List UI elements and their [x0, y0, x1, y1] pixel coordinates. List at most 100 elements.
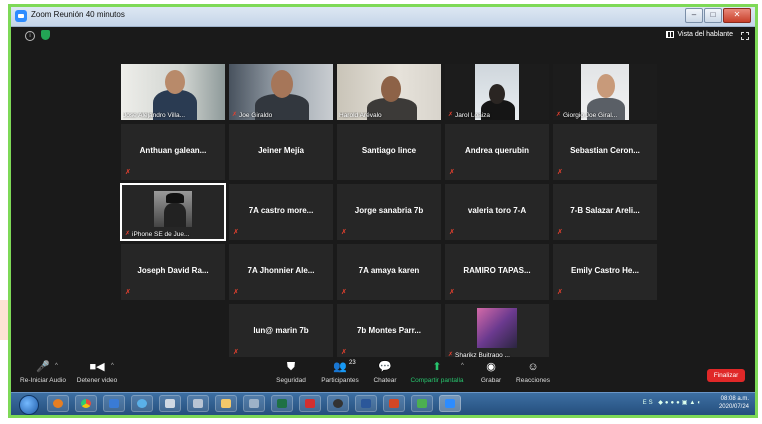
person-head [489, 84, 505, 104]
muted-mic-icon [341, 349, 347, 356]
taskbar-notepad[interactable] [159, 395, 181, 412]
participant-tile[interactable]: Sebastian Ceron... [552, 123, 658, 181]
participant-tile[interactable]: 7-B Salazar Areli... [552, 183, 658, 241]
language-indicator[interactable]: ES [643, 400, 655, 406]
participant-tile[interactable]: Jeiner Mejía [228, 123, 334, 181]
participant-name: Giorgio Joe Giral... [563, 112, 618, 119]
chat-bubble-icon: 💬 [378, 361, 392, 373]
video-tile[interactable]: Jose Alejandro Villa... [120, 63, 226, 121]
audio-options-caret-icon[interactable]: ^ [55, 363, 58, 369]
audio-button[interactable]: 🎤 Re-Iniciar Audio [19, 361, 67, 384]
participants-label: Participantes [321, 377, 359, 384]
participants-button[interactable]: 👥 Participantes [317, 361, 363, 384]
security-label: Seguridad [276, 377, 306, 384]
app-icon [109, 399, 119, 408]
pdf-icon [305, 399, 315, 408]
title-bar: Zoom Reunión 40 minutos – □ ✕ [11, 7, 755, 27]
hat-icon [166, 193, 184, 203]
participant-tile[interactable]: Emily Castro He... [552, 243, 658, 301]
close-button[interactable]: ✕ [723, 8, 751, 23]
participant-tile[interactable]: Joseph David Ra... [120, 243, 226, 301]
video-tile[interactable]: ✗ Joe Giraldo [228, 63, 334, 121]
taskbar-paint[interactable] [187, 395, 209, 412]
participant-name: Jorge sanabria 7b [354, 206, 424, 215]
participant-tile[interactable]: RAMIRO TAPAS... [444, 243, 550, 301]
end-meeting-button[interactable]: Finalizar [707, 369, 745, 382]
participant-name: Jarol Loaiza [455, 112, 491, 119]
shield-icon: ⛊ [286, 361, 296, 373]
participant-tile[interactable]: Andrea querubin [444, 123, 550, 181]
participant-tile[interactable]: 7b Montes Parr... [336, 303, 442, 361]
taskbar-powerpoint[interactable] [383, 395, 405, 412]
taskbar-app-3[interactable] [327, 395, 349, 412]
person-body [164, 203, 186, 227]
media-player-icon [53, 399, 63, 408]
maximize-button[interactable]: □ [704, 8, 722, 23]
taskbar-chrome[interactable] [75, 395, 97, 412]
participant-name: Emily Castro He... [570, 266, 640, 275]
share-options-caret-icon[interactable]: ^ [461, 363, 464, 369]
taskbar-app-2[interactable] [243, 395, 265, 412]
encryption-shield-icon[interactable] [41, 30, 50, 40]
app-icon [249, 399, 259, 408]
muted-mic-icon [557, 169, 563, 176]
participant-name: Jeiner Mejía [258, 146, 304, 155]
chat-button[interactable]: 💬 Chatear [367, 361, 403, 384]
taskbar-browser[interactable] [131, 395, 153, 412]
minimize-button[interactable]: – [685, 8, 703, 23]
taskbar-folder[interactable] [215, 395, 237, 412]
muted-mic-icon [449, 289, 455, 296]
muted-mic-icon: ✗ [448, 112, 454, 118]
person-head [271, 70, 293, 98]
system-tray-icons[interactable]: ES ◆●●●▣▲◐ [643, 399, 703, 406]
taskbar-app-4[interactable] [411, 395, 433, 412]
participant-tile[interactable]: lun@ marin 7b [228, 303, 334, 361]
start-button[interactable] [19, 395, 39, 415]
fullscreen-icon[interactable] [741, 32, 749, 40]
video-tile[interactable]: ✗ Giorgio Joe Giral... [552, 63, 658, 121]
participant-tile[interactable]: 7A castro more... [228, 183, 334, 241]
taskbar-word[interactable] [355, 395, 377, 412]
participant-tile[interactable]: Santiago lince [336, 123, 442, 181]
participant-name: 7b Montes Parr... [356, 326, 422, 335]
taskbar-media-player[interactable] [47, 395, 69, 412]
muted-mic-icon: ✗ [232, 112, 238, 118]
speaker-view-label: Vista del hablante [677, 31, 733, 38]
person-head [597, 74, 615, 98]
chat-label: Chatear [373, 377, 397, 384]
security-button[interactable]: ⛊ Seguridad [271, 361, 311, 384]
participant-tile[interactable]: 7A Jhonnier Ale... [228, 243, 334, 301]
taskbar-excel[interactable] [271, 395, 293, 412]
muted-mic-icon [233, 229, 239, 236]
record-button[interactable]: ◉ Grabar [473, 361, 509, 384]
meeting-toolbar: 🎤 Re-Iniciar Audio ^ ■◀ Detener video ^ … [11, 357, 755, 393]
people-icon: 👥 [333, 361, 347, 373]
muted-microphone-icon: 🎤 [36, 361, 50, 373]
video-tile[interactable]: ✗ Jarol Loaiza [444, 63, 550, 121]
clock[interactable]: 08:08 a.m. 2020/07/24 [719, 395, 749, 411]
participant-tile[interactable]: Anthuan galean... [120, 123, 226, 181]
taskbar-app[interactable] [103, 395, 125, 412]
participant-tile[interactable]: ✗ Sharikz Buitrago ... [444, 303, 550, 361]
taskbar-zoom[interactable] [439, 395, 461, 412]
participant-tile[interactable]: valeria toro 7-A [444, 183, 550, 241]
share-screen-button[interactable]: ⬆ Compartir pantalla [407, 361, 467, 384]
participant-name: Anthuan galean... [139, 146, 207, 155]
app-icon [417, 399, 427, 408]
windows-taskbar: ES ◆●●●▣▲◐ 08:08 a.m. 2020/07/24 [11, 392, 755, 415]
participant-tile[interactable]: Jorge sanabria 7b [336, 183, 442, 241]
info-icon[interactable]: i [25, 31, 35, 41]
participant-name: iPhone SE de Jue... [132, 231, 190, 238]
active-participant-tile[interactable]: ✗ iPhone SE de Jue... [120, 183, 226, 241]
video-options-caret-icon[interactable]: ^ [111, 363, 114, 369]
muted-mic-icon [233, 349, 239, 356]
share-label: Compartir pantalla [410, 377, 464, 384]
reactions-button[interactable]: ☺ Reacciones [511, 361, 555, 384]
participant-name: Harold Arévalo [339, 112, 382, 119]
zoom-window: Zoom Reunión 40 minutos – □ ✕ i Vista de… [8, 4, 758, 418]
taskbar-pdf-reader[interactable] [299, 395, 321, 412]
participant-tile[interactable]: 7A amaya karen [336, 243, 442, 301]
record-icon: ◉ [486, 361, 496, 373]
video-tile[interactable]: Harold Arévalo [336, 63, 442, 121]
speaker-view-button[interactable]: Vista del hablante [666, 31, 733, 38]
